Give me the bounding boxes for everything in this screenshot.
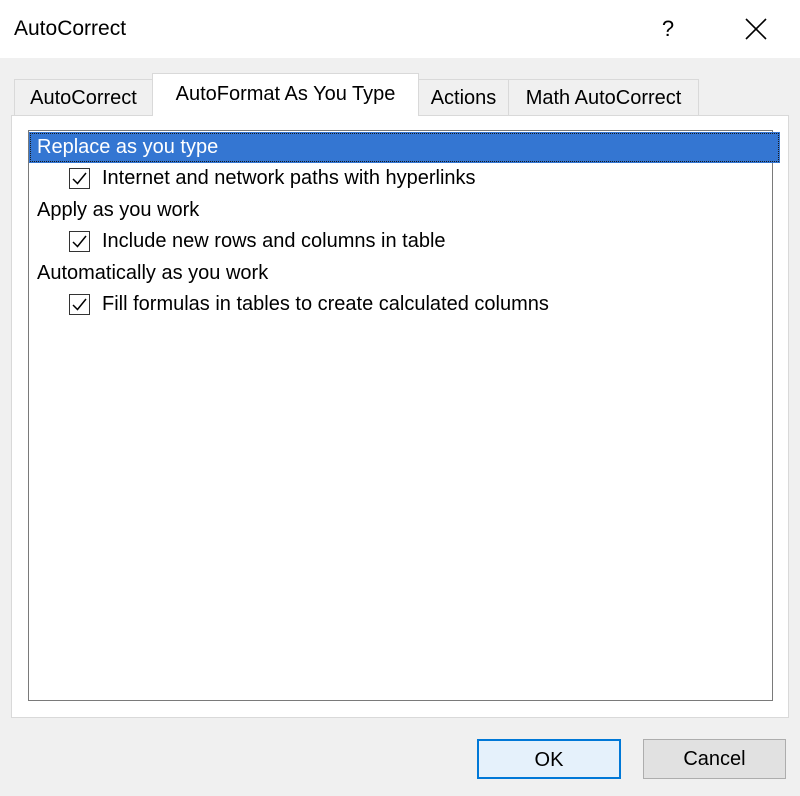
option-label: Include new rows and columns in table [102, 230, 446, 252]
tab-autocorrect[interactable]: AutoCorrect [14, 79, 153, 115]
autocorrect-dialog: AutoCorrect ? AutoCorrect AutoFormat As … [0, 0, 800, 796]
tab-autoformat-as-you-type[interactable]: AutoFormat As You Type [152, 73, 419, 116]
tab-math-autocorrect[interactable]: Math AutoCorrect [508, 79, 699, 115]
checkbox[interactable] [69, 294, 90, 315]
options-listbox[interactable]: Replace as you type Internet and network… [28, 130, 780, 701]
checkmark-icon [72, 235, 87, 248]
option-fill-formulas-calculated-columns[interactable]: Fill formulas in tables to create calcul… [29, 289, 772, 320]
checkmark-icon [72, 172, 87, 185]
option-internet-paths-hyperlinks[interactable]: Internet and network paths with hyperlin… [29, 163, 772, 194]
checkmark-icon [72, 298, 87, 311]
help-button[interactable]: ? [648, 8, 688, 50]
ok-button[interactable]: OK [477, 739, 621, 779]
option-label: Internet and network paths with hyperlin… [102, 167, 476, 189]
group-replace-as-you-type[interactable]: Replace as you type [29, 132, 780, 163]
checkbox[interactable] [69, 231, 90, 252]
option-include-new-rows-columns[interactable]: Include new rows and columns in table [29, 226, 772, 257]
title-bar: AutoCorrect ? [0, 0, 800, 58]
checkbox[interactable] [69, 168, 90, 189]
group-label: Replace as you type [37, 136, 219, 158]
option-label: Fill formulas in tables to create calcul… [102, 293, 549, 315]
group-label: Apply as you work [37, 199, 200, 221]
close-button[interactable] [732, 8, 780, 50]
window-title: AutoCorrect [14, 17, 127, 40]
close-icon [745, 18, 767, 40]
group-label: Automatically as you work [37, 262, 269, 284]
group-apply-as-you-work[interactable]: Apply as you work [29, 195, 780, 226]
group-automatically-as-you-work[interactable]: Automatically as you work [29, 258, 780, 289]
cancel-button[interactable]: Cancel [643, 739, 786, 779]
tab-actions[interactable]: Actions [418, 79, 509, 115]
